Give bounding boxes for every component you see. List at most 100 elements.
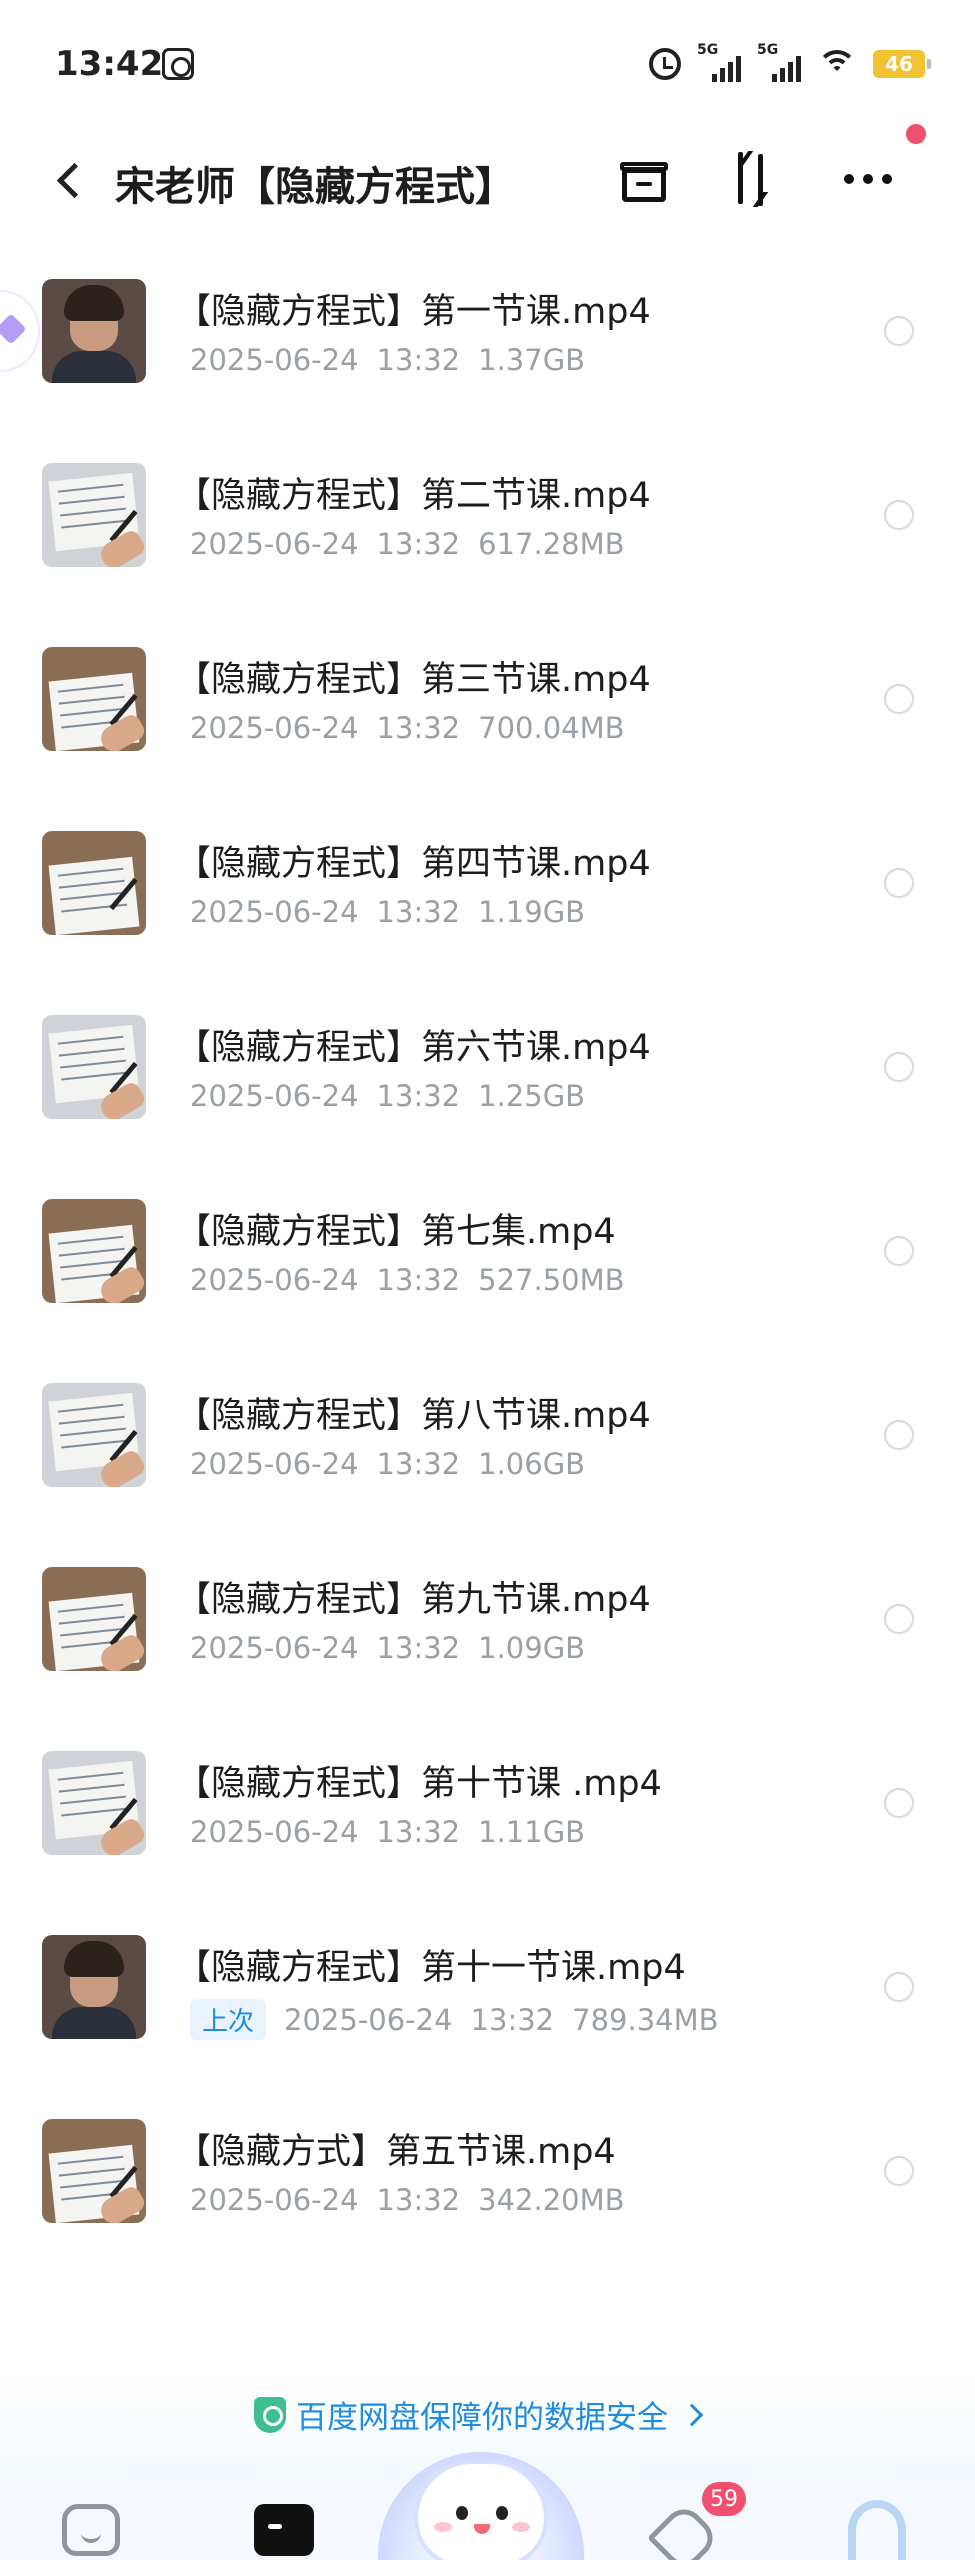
signal-icon: 5G — [697, 42, 741, 82]
file-size: 789.34MB — [572, 2003, 719, 2037]
file-date: 2025-06-24 — [190, 1631, 359, 1665]
file-name: 【隐藏方程式】第一节课.mp4 — [176, 292, 651, 332]
video-thumbnail — [42, 1199, 146, 1303]
file-row[interactable]: 【隐藏方程式】第一节课.mp4 2025-06-24 13:32 1.37GB — [0, 263, 975, 447]
file-time: 13:32 — [376, 1263, 461, 1297]
file-row[interactable]: 【隐藏方程式】第七集.mp4 2025-06-24 13:32 527.50MB — [0, 1183, 975, 1367]
chevron-right-icon — [680, 2403, 704, 2426]
file-time: 13:32 — [376, 895, 461, 929]
file-time: 13:32 — [376, 1631, 461, 1665]
file-time: 13:32 — [376, 343, 461, 377]
mascot-icon[interactable] — [378, 2452, 584, 2560]
security-text: 百度网盘保障你的数据安全 — [296, 2400, 668, 2436]
file-size: 1.25GB — [478, 1079, 586, 1113]
send-icon[interactable] — [650, 2504, 710, 2560]
select-radio[interactable] — [884, 500, 914, 530]
file-date: 2025-06-24 — [284, 2003, 453, 2037]
back-icon[interactable] — [52, 160, 92, 200]
file-meta: 2025-06-24 13:32 1.37GB — [190, 343, 603, 377]
file-meta: 2025-06-24 13:32 527.50MB — [190, 1263, 643, 1297]
file-date: 2025-06-24 — [190, 895, 359, 929]
security-link[interactable]: 百度网盘保障你的数据安全 — [254, 2392, 704, 2437]
video-thumbnail — [42, 2119, 146, 2223]
file-row[interactable]: 【隐藏方程式】第三节课.mp4 2025-06-24 13:32 700.04MB — [0, 631, 975, 815]
select-radio[interactable] — [884, 316, 914, 346]
wifi-icon — [817, 48, 857, 80]
file-row[interactable]: 【隐藏方程式】第二节课.mp4 2025-06-24 13:32 617.28MB — [0, 447, 975, 631]
video-thumbnail — [42, 1751, 146, 1855]
file-row[interactable]: 【隐藏方程式】第九节课.mp4 2025-06-24 13:32 1.09GB — [0, 1551, 975, 1735]
file-date: 2025-06-24 — [190, 1815, 359, 1849]
profile-icon[interactable] — [848, 2500, 906, 2560]
file-date: 2025-06-24 — [190, 527, 359, 561]
file-meta: 2025-06-24 13:32 1.19GB — [190, 895, 603, 929]
file-name: 【隐藏方程式】第九节课.mp4 — [176, 1580, 651, 1620]
file-meta: 2025-06-24 13:32 342.20MB — [190, 2183, 643, 2217]
file-size: 1.19GB — [478, 895, 586, 929]
file-row[interactable]: 【隐藏方程式】第六节课.mp4 2025-06-24 13:32 1.25GB — [0, 999, 975, 1183]
file-size: 617.28MB — [478, 527, 625, 561]
sort-icon[interactable] — [726, 146, 786, 212]
more-icon[interactable] — [844, 174, 892, 184]
file-name: 【隐藏方程式】第十一节课.mp4 — [176, 1948, 686, 1988]
file-date: 2025-06-24 — [190, 343, 359, 377]
file-time: 13:32 — [376, 2183, 461, 2217]
file-name: 【隐藏方程式】第七集.mp4 — [176, 1212, 616, 1252]
select-radio[interactable] — [884, 684, 914, 714]
shield-icon — [254, 2396, 286, 2433]
file-row[interactable]: 【隐藏方式】第五节课.mp4 2025-06-24 13:32 342.20MB — [0, 2103, 975, 2287]
file-name: 【隐藏方程式】第八节课.mp4 — [176, 1396, 651, 1436]
file-row[interactable]: 【隐藏方程式】第十节课 .mp4 2025-06-24 13:32 1.11GB — [0, 1735, 975, 1919]
video-thumbnail — [42, 279, 146, 383]
select-radio[interactable] — [884, 1604, 914, 1634]
file-size: 1.11GB — [478, 1815, 586, 1849]
battery-icon: 46 — [873, 50, 931, 78]
archive-icon[interactable] — [614, 150, 674, 210]
file-list: 【隐藏方程式】第一节课.mp4 2025-06-24 13:32 1.37GB 【隐… — [0, 263, 975, 2287]
file-size: 700.04MB — [478, 711, 625, 745]
last-watched-badge: 上次 — [190, 1999, 267, 2040]
video-thumbnail — [42, 831, 146, 935]
select-radio[interactable] — [884, 1236, 914, 1266]
select-radio[interactable] — [884, 1052, 914, 1082]
file-row[interactable]: 【隐藏方程式】第八节课.mp4 2025-06-24 13:32 1.06GB — [0, 1367, 975, 1551]
video-thumbnail — [42, 1015, 146, 1119]
select-radio[interactable] — [884, 1972, 914, 2002]
file-meta: 2025-06-24 13:32 1.11GB — [190, 1815, 603, 1849]
select-radio[interactable] — [884, 1788, 914, 1818]
file-meta: 2025-06-24 13:32 700.04MB — [190, 711, 643, 745]
notification-badge: 59 — [702, 2482, 746, 2516]
status-time: 13:42 — [55, 44, 164, 84]
notification-dot — [906, 124, 926, 144]
file-time: 13:32 — [376, 1447, 461, 1481]
file-name: 【隐藏方程式】第三节课.mp4 — [176, 660, 651, 700]
select-radio[interactable] — [884, 1420, 914, 1450]
file-row[interactable]: 【隐藏方程式】第四节课.mp4 2025-06-24 13:32 1.19GB — [0, 815, 975, 999]
header: 宋老师【隐藏方程式】 — [0, 130, 975, 230]
file-size: 342.20MB — [478, 2183, 625, 2217]
file-time: 13:32 — [376, 711, 461, 745]
file-meta: 2025-06-24 13:32 1.06GB — [190, 1447, 603, 1481]
file-date: 2025-06-24 — [190, 1079, 359, 1113]
file-date: 2025-06-24 — [190, 1263, 359, 1297]
file-row[interactable]: 【隐藏方程式】第十一节课.mp4 上次 2025-06-24 13:32 789.34… — [0, 1919, 975, 2103]
home-icon[interactable] — [62, 2504, 120, 2556]
page-title: 宋老师【隐藏方程式】 — [115, 164, 515, 210]
select-radio[interactable] — [884, 868, 914, 898]
file-name: 【隐藏方程式】第十节课 .mp4 — [176, 1764, 662, 1804]
video-thumbnail — [42, 647, 146, 751]
file-meta: 2025-06-24 13:32 1.25GB — [190, 1079, 603, 1113]
select-radio[interactable] — [884, 2156, 914, 2186]
file-time: 13:32 — [376, 1079, 461, 1113]
video-thumbnail — [42, 1567, 146, 1671]
file-meta: 2025-06-24 13:32 1.09GB — [190, 1631, 603, 1665]
file-size: 1.06GB — [478, 1447, 586, 1481]
status-indicators: 5G 5G 46 — [649, 42, 931, 84]
video-thumbnail — [42, 1935, 146, 2039]
files-icon[interactable] — [254, 2504, 314, 2556]
file-name: 【隐藏方程式】第六节课.mp4 — [176, 1028, 651, 1068]
file-date: 2025-06-24 — [190, 1447, 359, 1481]
file-name: 【隐藏方程式】第二节课.mp4 — [176, 476, 651, 516]
file-name: 【隐藏方式】第五节课.mp4 — [176, 2132, 616, 2172]
screen-record-icon — [162, 48, 194, 80]
